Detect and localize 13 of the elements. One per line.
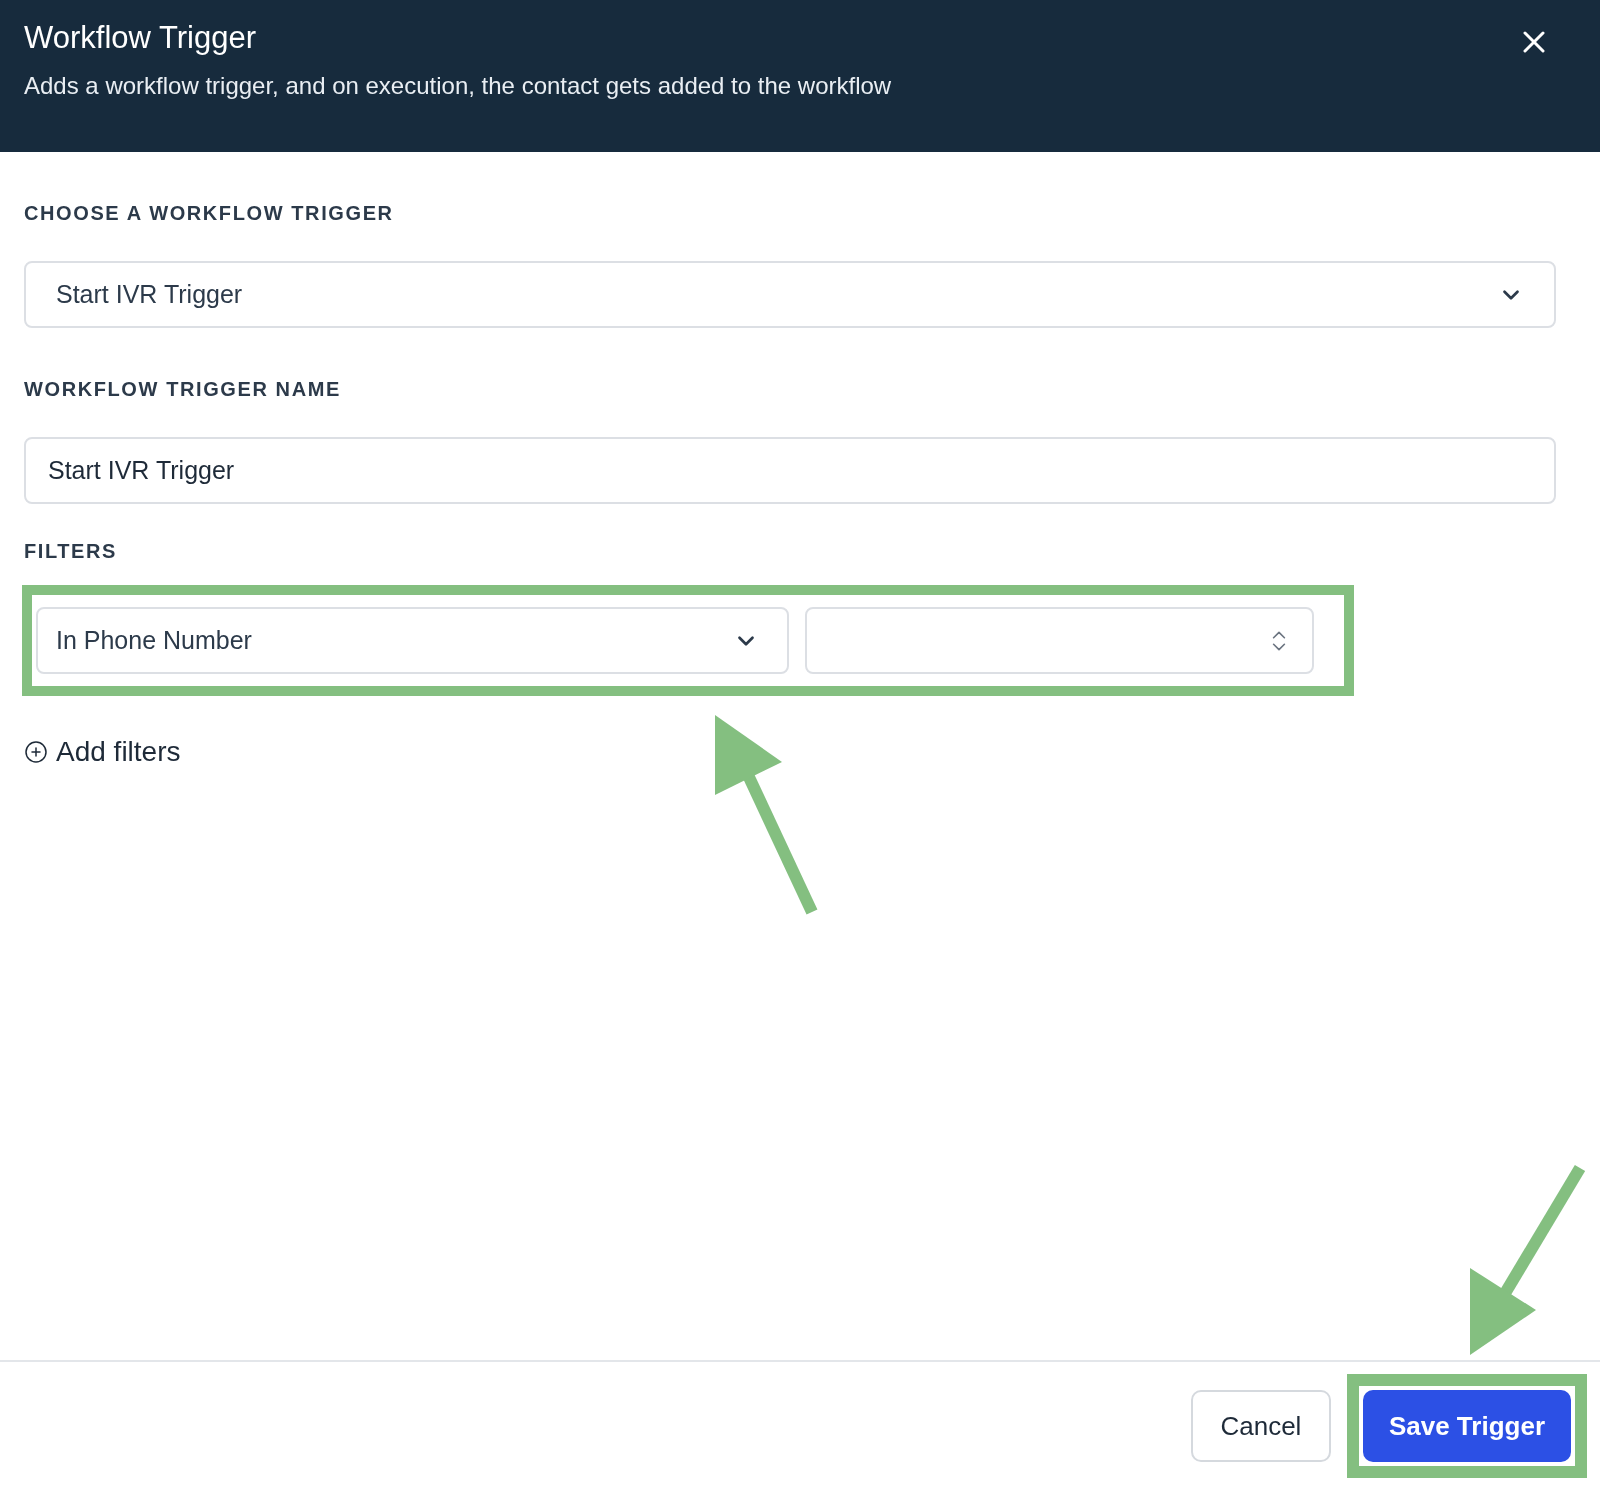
field-label: FILTERS (24, 540, 119, 563)
plus-circle-icon (24, 740, 48, 764)
save-trigger-button[interactable]: Save Trigger (1362, 1390, 1571, 1462)
field-label: CHOOSE A WORKFLOW TRIGGER (24, 202, 395, 225)
dialog-subtitle: Adds a workflow trigger, and on execution, the contact gets added to the workflow (24, 72, 892, 100)
number-input-field[interactable] (805, 607, 1314, 674)
cancel-button[interactable]: Cancel (1190, 1390, 1331, 1462)
trigger-select[interactable]: Start IVR Trigger (24, 261, 1556, 328)
dialog-title: Workflow Trigger (24, 20, 257, 56)
add-filters-button[interactable]: Add filters (24, 736, 181, 768)
filter-field-select[interactable]: In Phone Number (36, 607, 789, 674)
field-label: WORKFLOW TRIGGER NAME (24, 378, 342, 401)
input-field[interactable]: Start IVR Trigger (24, 437, 1556, 504)
